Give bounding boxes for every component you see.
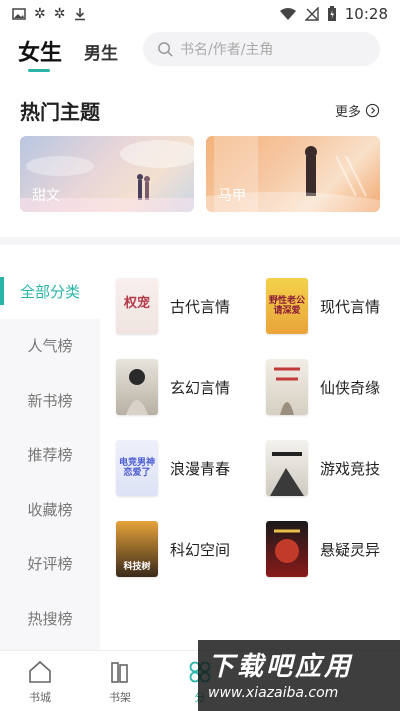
category-label: 仙侠奇缘 [320,378,381,397]
category-label: 悬疑灵异 [320,540,381,559]
watermark-url: www.xiazaiba.com [208,685,339,701]
active-tab-underline [28,69,50,72]
bottom-nav-label: 书架 [109,691,131,704]
theme-card-sweet[interactable]: 甜文 [20,136,194,212]
wifi-icon [279,8,296,20]
top-nav: 女生 男生 书名/作者/主角 [0,28,400,74]
tab-male-label: 男生 [84,43,119,64]
theme-card-label: 甜文 [32,188,60,204]
theme-card-vest[interactable]: 马甲 [206,136,380,212]
section-divider [0,237,400,245]
category-item[interactable]: 电竞男神恋爱了 浪漫青春 [116,438,256,498]
hot-topics-header: 热门主题 更多 [20,96,380,124]
bottom-nav-bookshelf[interactable]: 书架 [80,651,160,711]
download-icon [75,8,86,21]
tab-female[interactable]: 女生 [18,35,63,72]
sidebar-item-label: 好评榜 [27,555,73,574]
more-button[interactable]: 更多 [335,101,380,120]
book-cover [266,359,308,415]
book-cover [266,521,308,577]
sidebar-item-new-books[interactable]: 新书榜 [0,373,100,428]
cover-art [270,452,304,496]
tab-male[interactable]: 男生 [84,39,118,64]
book-cover: 权宠 [116,278,158,334]
category-item[interactable]: 仙侠奇缘 [266,357,400,417]
status-right-icons: 10:28 [279,5,388,23]
category-item[interactable]: 科技树 科幻空间 [116,519,256,579]
book-cover: 电竞男神恋爱了 [116,440,158,496]
watermark: 下载吧应用 www.xiazaiba.com [198,640,400,711]
sidebar-item-label: 全部分类 [19,282,80,301]
home-icon [29,660,51,683]
sidebar-item-label: 热搜榜 [27,609,73,628]
tab-female-label: 女生 [18,41,63,66]
cover-title: 电竞男神恋爱了 [118,458,155,478]
search-placeholder: 书名/作者/主角 [180,42,274,58]
category-label: 游戏竞技 [320,459,381,478]
sidebar-item-label: 人气榜 [27,337,73,356]
category-label: 玄幻言情 [170,378,231,397]
category-label: 现代言情 [320,297,381,316]
status-time: 10:28 [344,5,388,23]
no-signal-icon [304,7,319,21]
sidebar-active-indicator [0,277,4,305]
sidebar-item-label: 新书榜 [27,391,73,410]
book-cover: 科技树 [116,521,158,577]
bookshelf-icon [111,662,128,683]
bottom-nav-label: 书城 [29,691,51,704]
cover-title: 权宠 [123,296,150,311]
sidebar-item-hot-search[interactable]: 热搜榜 [0,591,100,646]
book-cover [116,359,158,415]
more-label: 更多 [334,104,361,120]
chevron-right-icon [365,103,380,117]
cover-title: 科技树 [123,562,151,572]
bug-icon: ✲ [53,6,66,22]
cover-title: 野性老公请深爱 [268,296,305,316]
book-cover [266,440,308,496]
category-label: 科幻空间 [170,540,231,559]
category-label: 古代言情 [170,297,231,316]
book-cover: 野性老公请深爱 [266,278,308,334]
ranking-sidebar: 全部分类 人气榜 新书榜 推荐榜 收藏榜 好评榜 热搜榜 [0,264,100,650]
sidebar-item-favorites[interactable]: 收藏榜 [0,482,100,537]
category-label: 浪漫青春 [170,459,231,478]
status-bar: ✲ ✲ 10:28 [0,0,400,28]
image-icon [12,8,26,20]
theme-card-label: 马甲 [218,188,246,204]
search-icon [158,41,173,57]
sidebar-item-label: 收藏榜 [27,500,73,519]
search-input[interactable]: 书名/作者/主角 [143,32,380,66]
category-item[interactable]: 野性老公请深爱 现代言情 [266,276,400,336]
cover-art [126,369,148,415]
bug-icon: ✲ [34,6,46,22]
sidebar-item-all-categories[interactable]: 全部分类 [0,264,100,319]
category-item[interactable]: 权宠 古代言情 [116,276,256,336]
sidebar-item-recommended[interactable]: 推荐榜 [0,428,100,483]
sidebar-item-label: 推荐榜 [27,446,73,465]
bottom-nav-bookstore[interactable]: 书城 [0,651,80,711]
category-item[interactable]: 玄幻言情 [116,357,256,417]
category-item[interactable]: 游戏竞技 [266,438,400,498]
watermark-title: 下载吧应用 [208,652,354,682]
cover-art [274,529,300,563]
category-item[interactable]: 悬疑灵异 [266,519,400,579]
sidebar-item-top-rated[interactable]: 好评榜 [0,537,100,592]
cover-art [274,367,300,415]
sidebar-item-popular[interactable]: 人气榜 [0,319,100,374]
status-left-icons: ✲ ✲ [12,7,87,21]
battery-icon [327,6,336,21]
hot-topics-title: 热门主题 [20,99,100,124]
